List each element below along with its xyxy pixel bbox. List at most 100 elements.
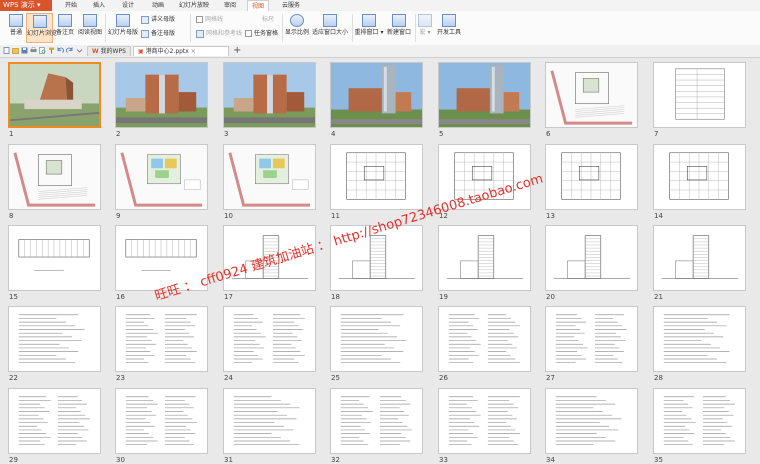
- slide-thumbnail[interactable]: [223, 144, 316, 210]
- tab-cloud[interactable]: 云服务: [276, 0, 306, 11]
- slide-thumbnail[interactable]: [545, 225, 638, 291]
- slide-thumbnail[interactable]: [330, 388, 423, 454]
- arrange-window-button[interactable]: 重排窗口 ▾: [354, 13, 384, 43]
- slide-number: 4: [331, 130, 336, 138]
- tab-animation[interactable]: 动画: [146, 0, 170, 11]
- slide-number: 5: [439, 130, 444, 138]
- slide-number: 1: [9, 130, 14, 138]
- slide-sorter-button[interactable]: 幻灯片浏览: [26, 13, 57, 43]
- slide-thumbnail[interactable]: [545, 62, 638, 128]
- slide-thumbnail[interactable]: [653, 225, 746, 291]
- slide-thumbnail[interactable]: [115, 306, 208, 372]
- slide-thumbnail[interactable]: [223, 62, 316, 128]
- slide-thumbnail[interactable]: [8, 388, 101, 454]
- slide-number: 24: [224, 374, 233, 382]
- print-icon[interactable]: [30, 47, 37, 54]
- slide-thumbnail[interactable]: [8, 306, 101, 372]
- slide-thumbnail[interactable]: [653, 388, 746, 454]
- slide-thumbnail[interactable]: [545, 144, 638, 210]
- ribbon-separator: [282, 14, 283, 42]
- slide-thumbnail[interactable]: [438, 62, 531, 128]
- zoom-button[interactable]: 显示比例: [284, 13, 310, 43]
- tab-review[interactable]: 审阅: [219, 0, 241, 11]
- slide-preview-image: [116, 307, 207, 371]
- slide-preview-image: [224, 145, 315, 209]
- slide-thumbnail[interactable]: [115, 144, 208, 210]
- slide-preview-image: [331, 145, 422, 209]
- close-icon[interactable]: ×: [191, 48, 196, 55]
- slide-preview-image: [439, 63, 530, 127]
- task-pane-checkbox[interactable]: 任务窗格: [245, 29, 278, 38]
- slide-preview-image: [224, 63, 315, 127]
- tab-view[interactable]: 视图: [247, 0, 269, 11]
- slide-thumbnail[interactable]: [545, 388, 638, 454]
- chevron-down-icon[interactable]: [76, 47, 83, 54]
- ribbon-separator: [415, 14, 416, 42]
- slide-number: 20: [546, 293, 555, 301]
- fit-window-button[interactable]: 适应窗口大小: [311, 13, 349, 43]
- slide-number: 31: [224, 456, 233, 464]
- handout-master-button[interactable]: 讲义母版: [141, 15, 175, 24]
- slide-master-button[interactable]: 幻灯片母版: [108, 13, 138, 43]
- slide-thumbnail[interactable]: [330, 306, 423, 372]
- tab-document[interactable]: ▣ 港商中心2.pptx ×: [133, 46, 229, 56]
- redo-icon[interactable]: [66, 47, 73, 54]
- slide-thumbnail[interactable]: [330, 62, 423, 128]
- slide-thumbnail[interactable]: [653, 62, 746, 128]
- tab-my-wps[interactable]: W 我的WPS: [87, 46, 131, 56]
- slide-thumbnail[interactable]: [438, 225, 531, 291]
- ruler-checkbox[interactable]: 标尺: [262, 15, 274, 24]
- slide-thumbnail[interactable]: [330, 144, 423, 210]
- slide-thumbnail[interactable]: [8, 144, 101, 210]
- slide-preview-image: [654, 63, 745, 127]
- tab-home[interactable]: 开始: [60, 0, 82, 11]
- slide-number: 2: [116, 130, 121, 138]
- slide-thumbnail[interactable]: [223, 388, 316, 454]
- open-folder-icon[interactable]: [12, 47, 19, 54]
- slide-number: 27: [546, 374, 555, 382]
- slide-preview-image: [9, 307, 100, 371]
- wps-app-button[interactable]: WPS 演示 ▾: [0, 0, 52, 11]
- slide-preview-image: [439, 307, 530, 371]
- developer-tools-icon: [442, 14, 456, 27]
- tab-design[interactable]: 设计: [116, 0, 140, 11]
- app-name: WPS 演示: [3, 1, 35, 9]
- slide-thumbnail[interactable]: [545, 306, 638, 372]
- slide-thumbnail[interactable]: [8, 62, 101, 128]
- macro-button[interactable]: 宏 ▾: [417, 13, 433, 43]
- slide-thumbnail[interactable]: [115, 388, 208, 454]
- gridlines-checkbox[interactable]: 网格线: [196, 15, 223, 24]
- reading-view-button[interactable]: 阅读视图: [77, 13, 103, 43]
- slide-thumbnail[interactable]: [8, 225, 101, 291]
- slide-number: 22: [9, 374, 18, 382]
- new-tab-plus-icon[interactable]: +: [233, 45, 241, 56]
- grid-guides-button[interactable]: 网格和参考线: [196, 29, 242, 38]
- tab-slideshow[interactable]: 幻灯片放映: [174, 0, 214, 11]
- notes-page-button[interactable]: 备注页: [54, 13, 76, 43]
- slide-thumbnail[interactable]: [438, 388, 531, 454]
- undo-icon[interactable]: [57, 47, 64, 54]
- slide-preview-image: [654, 145, 745, 209]
- new-file-icon[interactable]: [3, 47, 10, 54]
- notes-master-button[interactable]: 备注母版: [141, 29, 175, 38]
- slide-thumbnail[interactable]: [115, 62, 208, 128]
- slide-number: 16: [116, 293, 125, 301]
- developer-tools-button[interactable]: 开发工具: [435, 13, 463, 43]
- slide-preview-image: [654, 307, 745, 371]
- new-window-button[interactable]: 新建窗口: [385, 13, 413, 43]
- slide-preview-image: [546, 63, 637, 127]
- slide-thumbnail[interactable]: [653, 144, 746, 210]
- format-painter-icon[interactable]: [48, 47, 55, 54]
- slide-preview-image: [224, 307, 315, 371]
- slide-preview-image: [546, 307, 637, 371]
- save-icon[interactable]: [21, 47, 28, 54]
- print-preview-icon[interactable]: [39, 47, 46, 54]
- slide-thumbnail[interactable]: [653, 306, 746, 372]
- slide-sorter-icon: [32, 15, 47, 28]
- slide-preview-image: [9, 145, 100, 209]
- slide-sorter-view: 1 2 3 4 5 6 7 8 9 10 11 12 13 14 15 16 17 18 19 20 21 22 23 24 2…: [0, 58, 760, 464]
- slide-preview-image: [331, 307, 422, 371]
- tab-insert[interactable]: 插入: [88, 0, 110, 11]
- slide-thumbnail[interactable]: [438, 306, 531, 372]
- slide-thumbnail[interactable]: [223, 306, 316, 372]
